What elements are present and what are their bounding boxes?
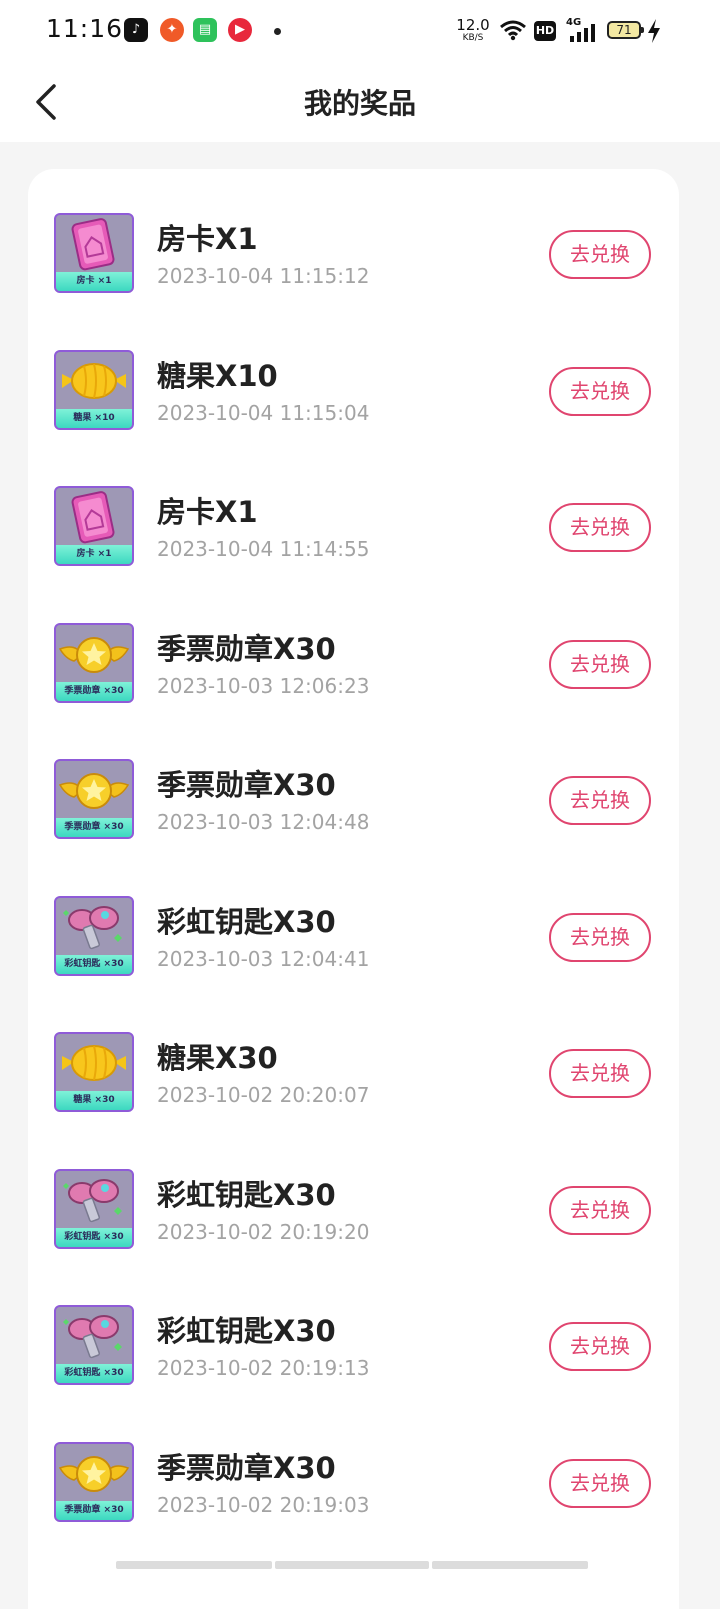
- redeem-button[interactable]: 去兑换: [549, 1049, 651, 1098]
- page-title: 我的奖品: [303, 87, 416, 120]
- redeem-button[interactable]: 去兑换: [549, 639, 651, 689]
- prize-list-item: 房卡 ×1 房卡X1 2023-10-04 11:15:12 去兑换: [28, 169, 679, 305]
- prize-timestamp: 2023-10-03 12:04:41: [157, 946, 370, 971]
- nav-header: 我的奖品: [0, 64, 720, 142]
- medal-icon: 季票勋章 ×30: [54, 1441, 134, 1522]
- prize-list-item: 房卡 ×1 房卡X1 2023-10-04 11:14:55 去兑换: [28, 442, 679, 578]
- prize-timestamp: 2023-10-04 11:15:12: [157, 264, 370, 288]
- key-icon: 彩虹钥匙 ×30: [54, 1168, 134, 1249]
- status-bar: 11:16 ♪ ✦ ▤ ▶ 12.0 KB/S HD 4G 71: [0, 0, 720, 64]
- charging-icon: [648, 19, 660, 43]
- hd-badge: HD: [534, 21, 556, 41]
- prize-timestamp: 2023-10-04 11:15:04: [157, 400, 370, 425]
- scroll-indicator-segment: [275, 1561, 429, 1569]
- prize-timestamp: 2023-10-03 12:04:48: [157, 810, 370, 834]
- prize-timestamp: 2023-10-02 20:20:07: [157, 1083, 370, 1107]
- prize-thumb-caption: 房卡 ×1: [56, 272, 132, 291]
- room-card-icon: 房卡 ×1: [54, 486, 134, 566]
- prize-list-item: 彩虹钥匙 ×30 彩虹钥匙X30 2023-10-03 12:04:41 去兑换: [28, 852, 679, 988]
- prize-name: 季票勋章X30: [157, 1450, 336, 1485]
- prize-list-item: 季票勋章 ×30 季票勋章X30 2023-10-03 12:06:23 去兑换: [28, 579, 679, 715]
- scroll-indicator-segment: [116, 1561, 272, 1569]
- prize-list-item: 季票勋章 ×30 季票勋章X30 2023-10-03 12:04:48 去兑换: [28, 715, 679, 851]
- prize-thumb-caption: 彩虹钥匙 ×30: [56, 1364, 132, 1383]
- battery-indicator: 71: [607, 21, 644, 39]
- redeem-button[interactable]: 去兑换: [549, 1458, 651, 1508]
- prize-name: 房卡X1: [157, 222, 258, 256]
- prize-list-item: 糖果 ×30 糖果X30 2023-10-02 20:20:07 去兑换: [28, 988, 679, 1124]
- video-app-icon: ▶: [228, 18, 252, 42]
- prize-name: 季票勋章X30: [157, 768, 336, 802]
- redeem-button[interactable]: 去兑换: [549, 912, 651, 962]
- prize-name: 彩虹钥匙X30: [157, 904, 336, 939]
- candy-icon: 糖果 ×10: [54, 349, 134, 430]
- medal-icon: 季票勋章 ×30: [54, 622, 134, 703]
- prize-list: 房卡 ×1 房卡X1 2023-10-04 11:15:12 去兑换 糖果 ×10 糖果X…: [28, 169, 679, 1609]
- prize-timestamp: 2023-10-04 11:14:55: [157, 537, 370, 561]
- prize-thumb-caption: 彩虹钥匙 ×30: [56, 1227, 132, 1247]
- prize-timestamp: 2023-10-02 20:19:03: [157, 1492, 370, 1517]
- redeem-button[interactable]: 去兑换: [549, 230, 651, 279]
- redeem-button[interactable]: 去兑换: [549, 1322, 651, 1371]
- prize-thumb-caption: 糖果 ×30: [56, 1091, 132, 1110]
- signal-icon: [570, 24, 595, 42]
- prize-timestamp: 2023-10-02 20:19:13: [157, 1356, 370, 1380]
- prize-list-item: 季票勋章 ×30 季票勋章X30 2023-10-02 20:19:03 去兑换: [28, 1398, 679, 1534]
- prize-timestamp: 2023-10-02 20:19:20: [157, 1219, 370, 1244]
- key-icon: 彩虹钥匙 ×30: [54, 895, 134, 976]
- redeem-button[interactable]: 去兑换: [549, 503, 651, 552]
- network-speed: 12.0 KB/S: [456, 16, 490, 43]
- prize-thumb-caption: 房卡 ×1: [56, 545, 132, 564]
- prize-timestamp: 2023-10-03 12:06:23: [157, 673, 370, 698]
- wifi-icon: [500, 20, 526, 41]
- prize-list-item: 彩虹钥匙 ×30 彩虹钥匙X30 2023-10-02 20:19:20 去兑换: [28, 1125, 679, 1261]
- prize-thumb-caption: 季票勋章 ×30: [56, 818, 132, 837]
- prize-name: 彩虹钥匙X30: [157, 1314, 336, 1348]
- redeem-button[interactable]: 去兑换: [549, 1185, 651, 1235]
- prize-name: 糖果X30: [157, 1041, 278, 1075]
- medal-icon: 季票勋章 ×30: [54, 759, 134, 839]
- key-icon: 彩虹钥匙 ×30: [54, 1305, 134, 1385]
- prize-list-item: 糖果 ×10 糖果X10 2023-10-04 11:15:04 去兑换: [28, 306, 679, 442]
- message-icon: ▤: [193, 18, 217, 42]
- notification-dot-icon: [274, 28, 281, 35]
- prize-thumb-caption: 季票勋章 ×30: [56, 1500, 132, 1520]
- prize-list-item: 彩虹钥匙 ×30 彩虹钥匙X30 2023-10-02 20:19:13 去兑换: [28, 1261, 679, 1397]
- redeem-button[interactable]: 去兑换: [549, 776, 651, 825]
- prize-name: 房卡X1: [157, 495, 258, 529]
- status-time: 11:16: [46, 14, 124, 43]
- prize-name: 季票勋章X30: [157, 631, 336, 666]
- app-icon-orange: ✦: [160, 18, 184, 42]
- prize-name: 糖果X10: [157, 358, 278, 393]
- candy-icon: 糖果 ×30: [54, 1032, 134, 1112]
- tiktok-icon: ♪: [124, 18, 148, 42]
- scroll-indicator-segment: [432, 1561, 588, 1569]
- prize-thumb-caption: 糖果 ×10: [56, 408, 132, 428]
- prize-name: 彩虹钥匙X30: [157, 1177, 336, 1212]
- redeem-button[interactable]: 去兑换: [549, 366, 651, 416]
- prize-thumb-caption: 彩虹钥匙 ×30: [56, 954, 132, 974]
- room-card-icon: 房卡 ×1: [54, 213, 134, 293]
- prize-thumb-caption: 季票勋章 ×30: [56, 681, 132, 701]
